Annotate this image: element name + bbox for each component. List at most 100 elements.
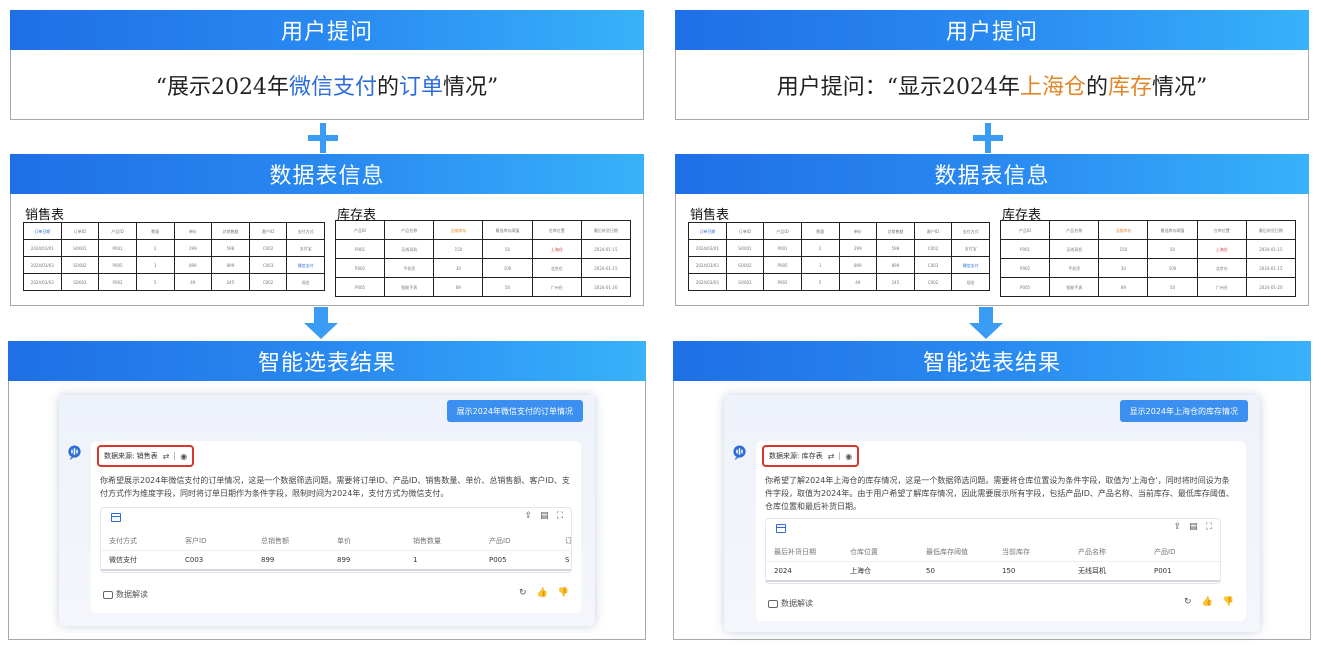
question-part: “展示2024年 [155, 74, 289, 100]
table-cell: 89 [433, 277, 484, 297]
column-header: 支付方式 [109, 536, 137, 545]
table-header-row: 订单日期 订单ID 产品ID 数量 单价 总销售额 客户ID 支付方式 [23, 222, 325, 240]
column-header: 当前库存 [1002, 547, 1030, 556]
switch-icon[interactable]: ⇄ [163, 452, 170, 461]
question-part: 的 [1085, 74, 1108, 100]
table-cell: 微信支付 [286, 256, 325, 274]
table-header-cell: 支付方式 [951, 222, 990, 240]
table-cell: 智能手表 [384, 277, 435, 297]
fullscreen-icon[interactable]: ⛶ [557, 511, 563, 521]
example-panel-shanghai: 用户提问 用户提问：“显示2024年 上海仓的库存 情况” 数据表信息 销售表 库存… [673, 0, 1313, 645]
column-header: 产品ID [489, 536, 511, 545]
eye-icon[interactable]: ◉ [845, 452, 852, 461]
question-part: 的 [376, 74, 399, 100]
sales-table-title: 销售表 [690, 208, 730, 223]
table-header-row: 产品ID 产品名称 当前库存 最低库存阈值 仓库位置 最后补货日期 [334, 220, 632, 240]
table-cell: 598 [876, 239, 915, 257]
table-header-cell: 数量 [135, 222, 175, 240]
table-header-row: 订单日期 订单ID 产品ID 数量 单价 总销售额 客户ID 支付方式 [688, 222, 990, 240]
sales-table: 订单日期 订单ID 产品ID 数量 单价 总销售额 客户ID 支付方式 2024/03/01 S… [688, 222, 990, 291]
assistant-answer: 数据来源: 库存表 ⇄ ◉ 你希望了解2024年上海仓的库存情况，这是一个数据筛… [756, 441, 1246, 621]
table-icon[interactable] [776, 524, 786, 533]
table-cell: 2024/03/03 [688, 256, 727, 274]
table-cell: 50 [926, 567, 935, 575]
table-cell: SO002 [725, 256, 765, 274]
download-icon[interactable]: ▤ [1189, 522, 1198, 532]
table-cell: C003 [185, 556, 204, 564]
question-banner: 用户提问 [675, 10, 1309, 50]
table-row: P002 手机壳 30 100 北京仓 2024-01-15 [999, 258, 1297, 278]
table-row: 2024 上海仓 50 150 无线耳机 P001 [766, 562, 1220, 582]
table-cell: P005 [999, 277, 1051, 297]
data-source-label: 数据来源: 库存表 [769, 452, 823, 460]
table-cell: 899 [211, 256, 250, 274]
table-header-cell: 单价 [173, 222, 213, 240]
sales-table-title: 销售表 [25, 208, 65, 223]
table-cell: 89 [1098, 277, 1149, 297]
table-cell: 2024/03/01 [688, 239, 727, 257]
table-cell: 50 [482, 277, 533, 297]
question-keyword-inventory: 库存 [1108, 74, 1153, 100]
table-row: P002 手机壳 30 100 北京仓 2024-01-15 [334, 258, 632, 278]
thumbs-down-icon[interactable]: 👎 [1223, 597, 1234, 607]
table-cell: 上海仓 [850, 567, 871, 575]
bot-icon [68, 445, 81, 460]
table-cell: 100 [1147, 258, 1198, 278]
table-cell: 299 [173, 239, 213, 257]
thumbs-up-icon[interactable]: 👍 [537, 588, 548, 598]
table-cell: 无线耳机 [384, 239, 435, 259]
question-part: 用户提问：“显示2024年 [776, 74, 1020, 100]
download-icon[interactable]: ▤ [540, 511, 549, 521]
result-table-toolbar: ⇪ ▤ ⛶ [766, 519, 1220, 539]
table-cell: 手机壳 [1049, 258, 1100, 278]
table-cell: 2024/03/03 [23, 273, 62, 291]
switch-icon[interactable]: ⇄ [828, 452, 835, 461]
column-header: 客户ID [185, 536, 207, 545]
refresh-icon[interactable]: ↻ [519, 588, 527, 598]
plus-icon [308, 123, 338, 153]
data-decode-button[interactable]: 数据解读 [103, 589, 148, 600]
export-icon[interactable]: ⇪ [525, 511, 533, 521]
book-icon [768, 599, 778, 608]
table-cell: 150 [1002, 567, 1016, 575]
export-icon[interactable]: ⇪ [1174, 522, 1182, 532]
table-cell: P002 [334, 258, 386, 278]
table-cell: 广州仓 [1196, 277, 1247, 297]
data-source-selector[interactable]: 数据来源: 库存表 ⇄ ◉ [762, 445, 860, 467]
thumbs-up-icon[interactable]: 👍 [1202, 597, 1213, 607]
table-icon[interactable] [111, 513, 121, 522]
table-cell: P005 [489, 556, 507, 564]
table-row: 微信支付 C003 899 899 1 P005 S [101, 551, 571, 571]
result-table-header: 最后补货日期 仓库位置 最低库存阈值 当前库存 产品名称 产品ID [766, 542, 1220, 562]
table-cell: 49 [173, 273, 213, 291]
table-header-cell: 订单日期 [23, 222, 62, 240]
question-banner: 用户提问 [10, 10, 644, 50]
table-cell: P005 [763, 256, 802, 274]
table-cell: 北京仓 [531, 258, 582, 278]
book-icon [103, 590, 113, 599]
table-header-cell: 产品名称 [1049, 220, 1100, 240]
table-cell: 2 [800, 239, 840, 257]
fullscreen-icon[interactable]: ⛶ [1206, 522, 1212, 532]
down-arrow-icon [969, 307, 1003, 341]
table-cell: 2024-01-15 [580, 239, 632, 259]
eye-icon[interactable]: ◉ [180, 452, 187, 461]
question-keyword-warehouse: 上海仓 [1019, 74, 1086, 100]
table-cell: 北京仓 [1196, 258, 1247, 278]
column-header: 最后补货日期 [774, 547, 816, 556]
sales-table: 订单日期 订单ID 产品ID 数量 单价 总销售额 客户ID 支付方式 2024/03/01 S… [23, 222, 325, 291]
result-table: ⇪ ▤ ⛶ 最后补货日期 仓库位置 最低库存阈值 当前库存 产品名称 产品ID 2024 上… [765, 518, 1221, 584]
table-cell: 100 [482, 258, 533, 278]
table-cell: 1 [413, 556, 418, 564]
table-cell: C002 [913, 239, 953, 257]
table-cell: 2024 [774, 567, 792, 575]
data-decode-button[interactable]: 数据解读 [768, 598, 813, 609]
result-box: 展示2024年微信支付的订单情况 数据来源: 销售表 ⇄ ◉ 你希望展示2024… [8, 381, 646, 640]
data-decode-label: 数据解读 [781, 599, 813, 608]
table-cell: P001 [763, 239, 802, 257]
bot-icon [733, 445, 746, 460]
data-source-selector[interactable]: 数据来源: 销售表 ⇄ ◉ [97, 445, 195, 467]
refresh-icon[interactable]: ↻ [1184, 597, 1192, 607]
table-header-cell: 最低库存阈值 [1147, 220, 1198, 240]
thumbs-down-icon[interactable]: 👎 [558, 588, 569, 598]
